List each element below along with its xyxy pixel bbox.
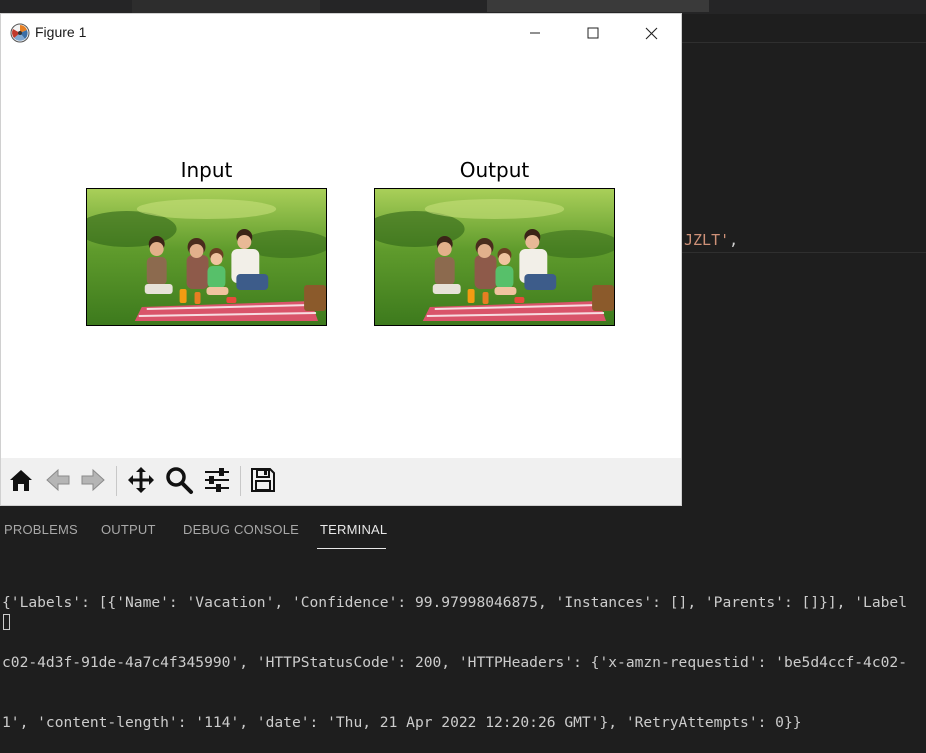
output-image-axes	[374, 188, 615, 326]
figure-canvas[interactable]: Input Output	[1, 52, 681, 458]
editor-tab-strip	[0, 0, 926, 14]
save-icon	[251, 468, 275, 492]
terminal-cursor	[3, 614, 10, 630]
back-arrow-icon	[46, 468, 70, 492]
forward-arrow-icon	[81, 468, 105, 492]
editor-tab[interactable]	[132, 0, 320, 14]
terminal-output[interactable]: {'Labels': [{'Name': 'Vacation', 'Confid…	[2, 553, 926, 753]
window-title: Figure 1	[35, 24, 87, 40]
tab-problems[interactable]: PROBLEMS	[4, 522, 78, 537]
panel-tab-bar: PROBLEMS OUTPUT DEBUG CONSOLE TERMINAL	[0, 509, 926, 549]
terminal-line: 1', 'content-length': '114', 'date': 'Th…	[2, 714, 802, 731]
zoom-button[interactable]	[162, 463, 196, 497]
save-button[interactable]	[246, 463, 280, 497]
pan-icon	[128, 467, 154, 493]
editor-line-separator	[682, 252, 926, 253]
terminal-line: {'Labels': [{'Name': 'Vacation', 'Confid…	[2, 594, 907, 611]
back-button[interactable]	[41, 463, 75, 497]
forward-button[interactable]	[76, 463, 110, 497]
subplots-icon	[205, 468, 229, 492]
figure-window: Figure 1 Input Output	[0, 13, 682, 506]
active-tab-indicator	[317, 548, 386, 549]
family-picnic-photo	[87, 189, 326, 325]
tab-output[interactable]: OUTPUT	[101, 522, 156, 537]
editor-line-separator	[682, 42, 926, 43]
input-image-axes	[86, 188, 327, 326]
axes-title-output: Output	[459, 158, 530, 182]
home-button[interactable]	[4, 463, 38, 497]
close-button[interactable]	[622, 14, 680, 52]
pan-button[interactable]	[124, 463, 158, 497]
subplots-button[interactable]	[200, 463, 234, 497]
zoom-icon	[166, 467, 193, 494]
close-icon	[645, 27, 657, 39]
window-titlebar[interactable]: Figure 1	[1, 14, 681, 52]
terminal-line: c02-4d3f-91de-4a7c4f345990', 'HTTPStatus…	[2, 654, 907, 671]
minimize-button[interactable]	[506, 14, 564, 52]
family-picnic-photo	[375, 189, 614, 325]
matplotlib-logo-icon	[10, 23, 30, 43]
toolbar-separator	[116, 466, 117, 496]
code-fragment: JZLT',	[684, 231, 739, 249]
maximize-icon	[587, 27, 599, 39]
tab-terminal[interactable]: TERMINAL	[320, 522, 387, 537]
toolbar-separator	[240, 466, 241, 496]
axes-title-input: Input	[180, 158, 233, 182]
minimize-icon	[530, 32, 540, 34]
editor-tab[interactable]	[487, 0, 709, 12]
tab-debug-console[interactable]: DEBUG CONSOLE	[183, 522, 299, 537]
maximize-button[interactable]	[564, 14, 622, 52]
home-icon	[10, 470, 32, 491]
navigation-toolbar	[1, 458, 681, 505]
